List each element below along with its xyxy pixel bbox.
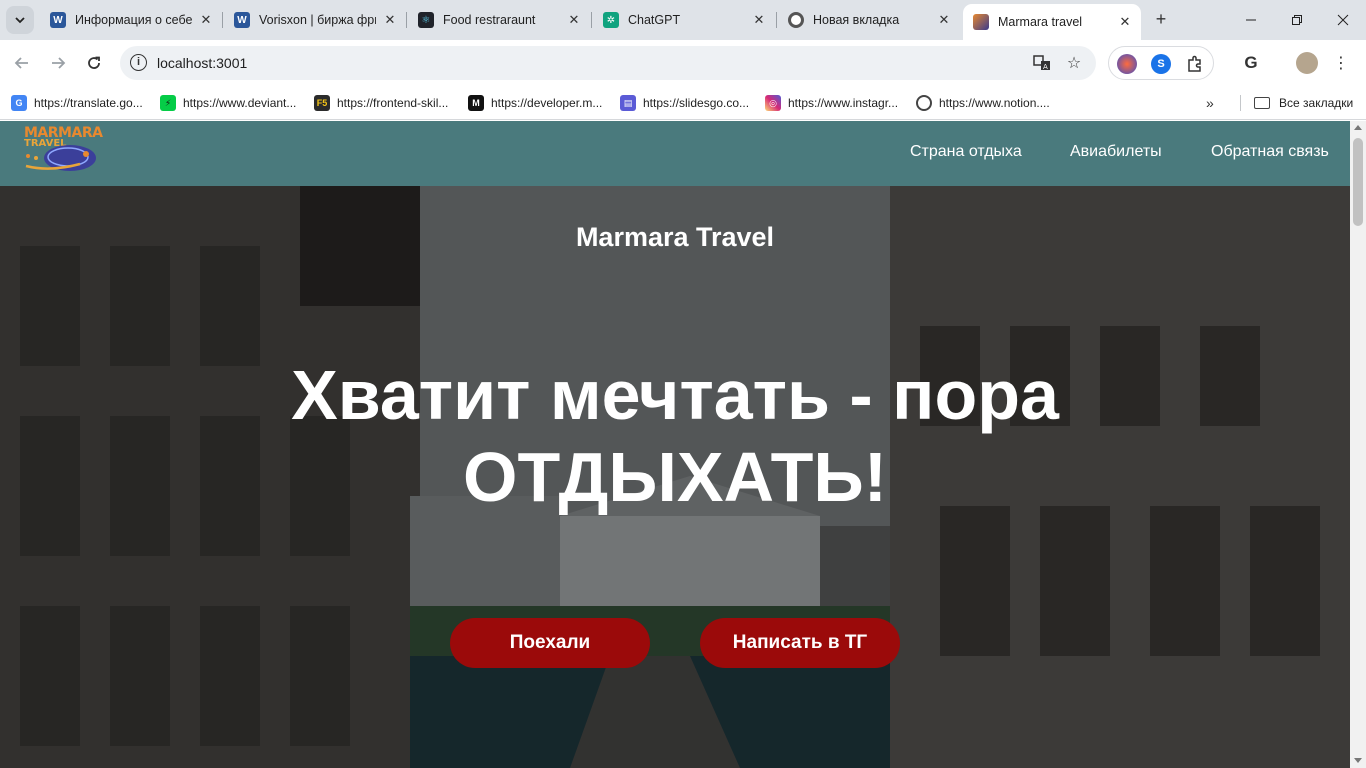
close-icon [1337, 14, 1349, 26]
telegram-button[interactable]: Написать в ТГ [700, 618, 900, 668]
nav-destination[interactable]: Страна отдыха [910, 143, 1022, 161]
close-tab-icon[interactable]: ✕ [936, 12, 952, 28]
svg-text:A: A [1043, 63, 1048, 71]
airplane-globe-icon [25, 145, 96, 171]
bookmarks-bar: G https://translate.go... ⚡ https://www.… [0, 86, 1366, 120]
go-button[interactable]: Поехали [450, 618, 650, 668]
tab-title: ChatGPT [628, 13, 681, 27]
marmara-icon [973, 14, 989, 30]
scroll-thumb[interactable] [1353, 138, 1363, 226]
tab-new[interactable]: Новая вкладка ✕ [778, 6, 960, 34]
tab-marmara[interactable]: Marmara travel ✕ [963, 4, 1141, 40]
minimize-icon [1246, 19, 1256, 21]
site-header: MARMARA TRAVEL Страна отдыха Авиабилеты … [0, 121, 1350, 186]
mdn-icon: M [468, 95, 484, 111]
address-bar[interactable]: i localhost:3001 A ☆ [120, 46, 1096, 80]
tab-vorisxon[interactable]: W Vorisxon | биржа фри ✕ [224, 6, 406, 34]
all-bookmarks-button[interactable]: Все закладки [1254, 92, 1353, 114]
close-tab-icon[interactable]: ✕ [1117, 14, 1133, 30]
url-text[interactable]: localhost:3001 [157, 55, 247, 71]
frontend-skills-icon: F5 [314, 95, 330, 111]
hero-title: Marmara Travel [575, 222, 775, 252]
bookmark-star-icon[interactable]: ☆ [1064, 53, 1084, 73]
tab-strip: W Информация о себе ✕ W Vorisxon | биржа… [0, 0, 1366, 40]
chevron-down-icon [15, 17, 25, 24]
new-tab-button[interactable]: + [1150, 8, 1172, 30]
arrow-left-icon [14, 57, 28, 69]
firefox-extension-icon[interactable] [1117, 54, 1137, 74]
chrome-icon [788, 12, 804, 28]
instagram-icon: ◎ [765, 95, 781, 111]
translate-icon: G [11, 95, 27, 111]
close-tab-icon[interactable]: ✕ [382, 12, 398, 28]
tab-title: Food restraraunt [443, 13, 536, 27]
scroll-down-arrow-icon[interactable] [1354, 758, 1362, 763]
reload-button[interactable] [80, 49, 108, 77]
folder-icon [1254, 97, 1270, 109]
react-icon: ⚛ [418, 12, 434, 28]
bookmark-item[interactable]: M https://developer.m... [468, 92, 602, 114]
nav-feedback[interactable]: Обратная связь [1211, 143, 1329, 161]
tab-title: Новая вкладка [813, 13, 900, 27]
minimize-button[interactable] [1228, 0, 1274, 40]
page-viewport: MARMARA TRAVEL Страна отдыха Авиабилеты … [0, 121, 1366, 768]
bookmark-item[interactable]: ▤ https://slidesgo.co... [620, 92, 749, 114]
browser-toolbar: i localhost:3001 A ☆ S G ⋮ [0, 40, 1366, 86]
scroll-up-arrow-icon[interactable] [1354, 125, 1362, 130]
profile-avatar[interactable] [1296, 52, 1318, 74]
bookmark-item[interactable]: ⚡ https://www.deviant... [160, 92, 296, 114]
menu-kebab-icon[interactable]: ⋮ [1330, 52, 1352, 74]
restore-button[interactable] [1274, 0, 1320, 40]
nav-flights[interactable]: Авиабилеты [1070, 143, 1162, 161]
shazam-extension-icon[interactable]: S [1151, 54, 1171, 74]
tab-chatgpt[interactable]: ✲ ChatGPT ✕ [593, 6, 775, 34]
word-icon: W [50, 12, 66, 28]
puzzle-extensions-icon[interactable] [1185, 54, 1205, 74]
bookmark-item[interactable]: G https://translate.go... [11, 92, 143, 114]
bookmark-item[interactable]: https://www.notion.... [916, 92, 1050, 114]
site-info-icon[interactable]: i [130, 54, 147, 71]
globe-icon [916, 95, 932, 111]
bookmarks-overflow-icon[interactable]: » [1206, 95, 1214, 111]
back-button[interactable] [8, 49, 36, 77]
close-window-button[interactable] [1320, 0, 1366, 40]
tab-title: Marmara travel [998, 15, 1083, 29]
word-icon: W [234, 12, 250, 28]
hero-section: Marmara Travel Хватит мечтать - пора ОТД… [0, 186, 1350, 768]
deviantart-icon: ⚡ [160, 95, 176, 111]
site-logo[interactable]: MARMARA TRAVEL [22, 124, 103, 180]
page-scrollbar[interactable] [1350, 121, 1366, 768]
close-tab-icon[interactable]: ✕ [198, 12, 214, 28]
tab-search-button[interactable] [6, 6, 34, 34]
bookmark-item[interactable]: ◎ https://www.instagr... [765, 92, 898, 114]
extensions-group: S [1108, 46, 1214, 80]
slidesgo-icon: ▤ [620, 95, 636, 111]
close-tab-icon[interactable]: ✕ [751, 12, 767, 28]
close-tab-icon[interactable]: ✕ [566, 12, 582, 28]
tab-title: Информация о себе [75, 13, 192, 27]
restore-icon [1292, 15, 1302, 25]
reload-icon [88, 56, 100, 69]
bookmark-item[interactable]: F5 https://frontend-skil... [314, 92, 448, 114]
tab-info[interactable]: W Информация о себе ✕ [40, 6, 222, 34]
plus-icon: + [1155, 8, 1167, 29]
tab-title: Vorisxon | биржа фри [259, 13, 376, 27]
tab-food[interactable]: ⚛ Food restraraunt ✕ [408, 6, 590, 34]
hero-headline: Хватит мечтать - пора ОТДЫХАТЬ! [291, 356, 1059, 516]
chatgpt-icon: ✲ [603, 12, 619, 28]
arrow-right-icon [52, 57, 66, 69]
forward-button[interactable] [44, 49, 72, 77]
translate-icon[interactable]: A [1032, 53, 1052, 73]
google-icon[interactable]: G [1240, 52, 1262, 74]
